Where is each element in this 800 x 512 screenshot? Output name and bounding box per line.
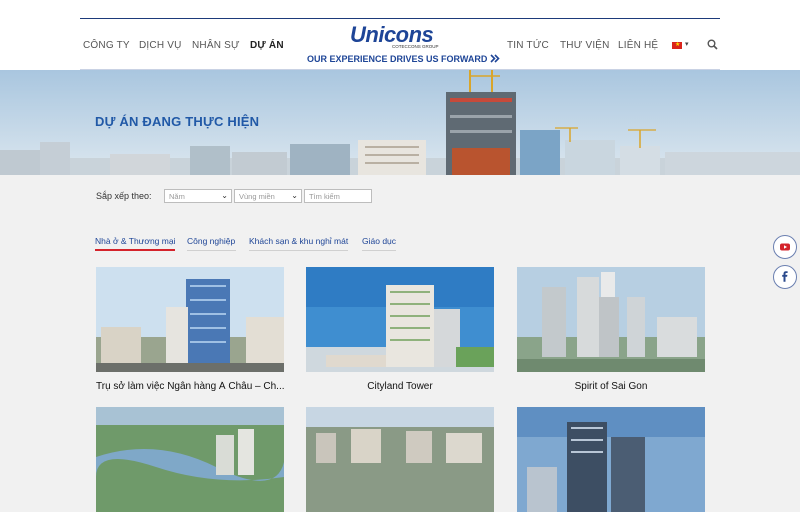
facebook-button[interactable] [773, 265, 797, 289]
flag-star-icon: ★ [675, 42, 681, 48]
project-image-cityland [306, 267, 494, 372]
tab-underline [249, 250, 348, 251]
youtube-button[interactable] [773, 235, 797, 259]
tab-active-underline [95, 249, 175, 251]
project-image-tower [517, 407, 705, 512]
logo-subtext: COTECCONS GROUP [392, 44, 439, 49]
chevron-down-icon: ⌄ [221, 191, 228, 200]
tagline-text: OUR EXPERIENCE DRIVES US FORWARD [307, 54, 488, 64]
nav-company[interactable]: CÔNG TY [83, 40, 130, 51]
project-card[interactable]: Trụ sở làm việc Ngân hàng Á Châu – Ch... [96, 267, 284, 392]
nav-services[interactable]: DỊCH VỤ [139, 40, 182, 51]
nav-projects[interactable]: DỰ ÁN [250, 40, 284, 51]
tab-hotels-resorts[interactable]: Khách sạn & khu nghỉ mát [249, 236, 348, 246]
year-select-placeholder: Năm [169, 192, 185, 201]
project-card[interactable] [96, 407, 284, 512]
nav-contact[interactable]: LIÊN HỆ [618, 40, 658, 51]
search-icon[interactable] [707, 39, 718, 50]
tab-underline [362, 250, 396, 251]
project-card[interactable] [306, 407, 494, 512]
project-image-spirit-of-saigon [517, 267, 705, 372]
project-title[interactable]: Spirit of Sai Gon [517, 381, 705, 392]
chevron-down-icon: ⌄ [291, 191, 298, 200]
project-title[interactable]: Cityland Tower [306, 381, 494, 392]
project-image-acb [96, 267, 284, 372]
youtube-icon [780, 243, 790, 251]
project-image-aerial [96, 407, 284, 512]
nav-library[interactable]: THƯ VIỆN [560, 40, 610, 51]
search-input[interactable]: Tìm kiếm [304, 189, 372, 203]
nav-news[interactable]: TIN TỨC [507, 40, 549, 51]
project-card[interactable]: Cityland Tower [306, 267, 494, 392]
year-select[interactable]: Năm ⌄ [164, 189, 232, 203]
project-card[interactable] [517, 407, 705, 512]
region-select[interactable]: Vùng miền ⌄ [234, 189, 302, 203]
sort-label: Sắp xếp theo: [96, 191, 152, 201]
language-caret-icon[interactable]: ▾ [685, 40, 689, 48]
region-select-placeholder: Vùng miền [239, 192, 275, 201]
tab-education[interactable]: Giáo dục [362, 236, 396, 246]
project-title[interactable]: Trụ sở làm việc Ngân hàng Á Châu – Ch... [96, 381, 284, 392]
project-image-city [306, 407, 494, 512]
double-chevron-right-icon [490, 54, 500, 63]
tab-underline [187, 250, 236, 251]
facebook-icon [782, 271, 788, 282]
search-input-placeholder: Tìm kiếm [309, 192, 340, 201]
page-title: DỰ ÁN ĐANG THỰC HIỆN [95, 114, 260, 129]
tagline: OUR EXPERIENCE DRIVES US FORWARD [307, 54, 500, 64]
tab-industrial[interactable]: Công nghiệp [187, 236, 235, 246]
header-top-line [80, 18, 720, 19]
nav-people[interactable]: NHÂN SỰ [192, 40, 240, 51]
site-header: CÔNG TY DỊCH VỤ NHÂN SỰ DỰ ÁN Unicons CO… [0, 0, 800, 70]
tab-residential-commercial[interactable]: Nhà ở & Thương mại [95, 236, 175, 246]
project-card[interactable]: Spirit of Sai Gon [517, 267, 705, 392]
